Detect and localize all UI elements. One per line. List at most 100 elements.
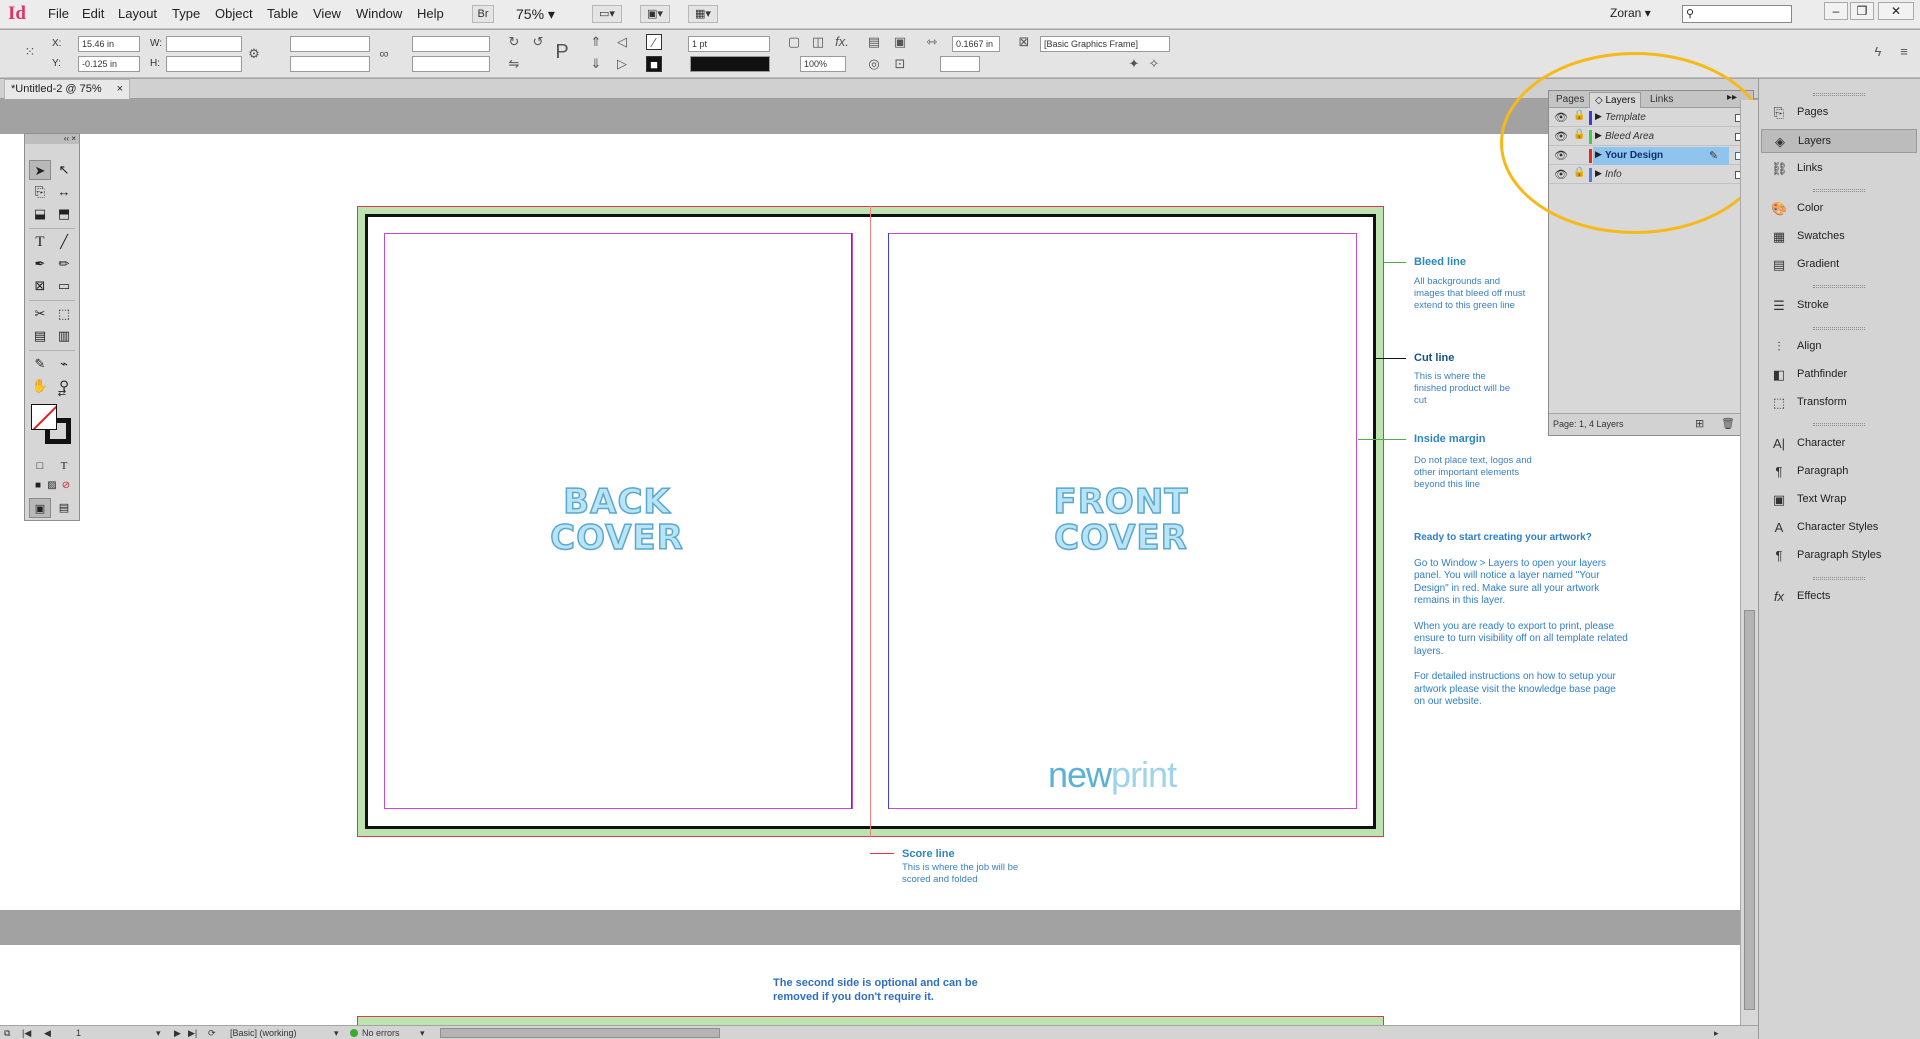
width-field[interactable] [166,36,242,52]
workspace-user-dropdown[interactable]: Zoran ▾ [1610,6,1651,20]
vertical-scrollbar[interactable] [1740,100,1758,1025]
height-field[interactable] [166,56,242,72]
fill-none-icon[interactable]: ⁄ [646,34,662,50]
swap-fill-stroke-icon[interactable]: ⇄ [53,384,71,404]
y-position-field[interactable]: -0.125 in [78,56,140,72]
tab-layers[interactable]: ◇ Layers [1589,92,1642,108]
effects-fx-icon[interactable]: fx. [834,34,850,50]
tools-panel-header[interactable]: ‹‹ × [25,134,79,144]
panel-collapse-icon[interactable]: ▸▸ [1727,92,1737,103]
layer-row-template[interactable]: 👁 🔒 ▶ Template [1549,109,1743,127]
zoom-level-dropdown[interactable]: 75% ▾ [516,5,570,23]
wrap-around-object-icon[interactable]: ▣ [892,34,908,50]
fill-swatch[interactable] [31,404,57,430]
delete-layer-icon[interactable]: 🗑 [1721,417,1735,430]
dock-effects[interactable]: fx Effects [1761,585,1917,609]
visibility-eye-icon[interactable]: 👁 [1554,111,1568,124]
status-view-toggle-icon[interactable]: ⧉ [4,1027,10,1039]
arrange-documents-icon[interactable]: ▦▾ [688,5,718,23]
dock-gradient[interactable]: ▤ Gradient [1761,253,1917,277]
layer-row-bleed-area[interactable]: 👁 🔒 ▶ Bleed Area [1549,128,1743,146]
hand-tool-icon[interactable]: ✋ [29,376,51,396]
scale-y-field[interactable] [290,56,370,72]
fit-content-icon[interactable]: ◎ [866,56,882,72]
pencil-tool-icon[interactable]: ✏ [53,254,75,274]
view-options-icon[interactable]: ▭▾ [592,5,622,23]
free-transform-tool-icon[interactable]: ⬚ [53,304,75,324]
menu-type[interactable]: Type [172,6,200,21]
layer-name[interactable]: Bleed Area [1605,131,1654,142]
apply-none-icon[interactable]: ⊘ [55,476,77,496]
normal-view-icon[interactable]: ▣ [29,498,51,518]
line-tool-icon[interactable]: ╱ [53,232,75,252]
dock-links[interactable]: ⛓ Links [1761,157,1917,181]
content-placer-icon[interactable]: ⬒ [53,204,75,224]
direct-selection-tool-icon[interactable]: ↖ [53,160,75,180]
dock-text-wrap[interactable]: ▣ Text Wrap [1761,488,1917,512]
gradient-feather-tool-icon[interactable]: ▥ [53,326,75,346]
menu-window[interactable]: Window [356,6,402,21]
page-dropdown-icon[interactable]: ▾ [156,1027,161,1039]
preflight-errors[interactable]: No errors [362,1027,400,1039]
dock-grip[interactable] [1813,285,1865,288]
menu-layout[interactable]: Layout [118,6,157,21]
status-prev-page-icon[interactable]: ◀ [44,1027,51,1039]
layer-row-info[interactable]: 👁 🔒 ▶ Info [1549,166,1743,184]
menu-help[interactable]: Help [417,6,444,21]
lock-icon[interactable]: 🔒 [1573,129,1585,140]
dock-align[interactable]: ⫶ Align [1761,335,1917,359]
dock-character[interactable]: A| Character [1761,432,1917,456]
menu-edit[interactable]: Edit [82,6,104,21]
rotation-field[interactable] [412,36,490,52]
errors-dropdown-icon[interactable]: ▾ [420,1027,425,1039]
content-collector-icon[interactable]: ⬓ [29,204,51,224]
offset-field[interactable]: 0.1667 in [952,36,1000,52]
rotate-ccw-icon[interactable]: ↺ [530,34,546,50]
dock-grip[interactable] [1813,189,1865,192]
panel-menu-icon[interactable]: ≡ [1896,44,1912,60]
formatting-container-icon[interactable]: □ [29,456,51,476]
restore-icon[interactable]: ❐ [1850,2,1874,20]
tab-pages[interactable]: Pages [1551,92,1589,108]
dock-character-styles[interactable]: A Character Styles [1761,516,1917,540]
page-tool-icon[interactable]: ⎘ [29,182,51,202]
fit-frame-icon[interactable]: ⊡ [892,56,908,72]
vertical-scroll-thumb[interactable] [1744,610,1755,1010]
scroll-right-icon[interactable]: ▸ [1714,1027,1719,1039]
page-number-field[interactable]: 1 [76,1027,81,1039]
opacity-field[interactable]: 100% [800,56,846,72]
dock-pathfinder[interactable]: ◧ Pathfinder [1761,363,1917,387]
layer-name[interactable]: Template [1605,112,1646,123]
dock-grip[interactable] [1813,327,1865,330]
select-next-icon[interactable]: ▷ [614,56,630,72]
align-stroke-dropdown[interactable] [940,56,980,72]
shear-field[interactable] [412,56,490,72]
expand-triangle-icon[interactable]: ▶ [1595,149,1602,160]
dock-color[interactable]: 🎨 Color [1761,197,1917,221]
layer-name[interactable]: Your Design [1605,150,1663,161]
tab-links[interactable]: Links [1645,92,1678,108]
layer-name[interactable]: Info [1605,169,1622,180]
status-first-page-icon[interactable]: |◀ [22,1027,31,1039]
preview-mode-icon[interactable]: ▤ [53,498,75,518]
layer-row-your-design[interactable]: 👁 ▶ Your Design ✎ [1549,147,1743,165]
visibility-eye-icon[interactable]: 👁 [1554,130,1568,143]
minimize-icon[interactable]: – [1824,2,1848,20]
text-wrap-option-icon[interactable]: ▤ [866,34,882,50]
dock-grip[interactable] [1813,93,1865,96]
menu-view[interactable]: View [313,6,341,21]
new-layer-icon[interactable]: ⊞ [1695,417,1704,430]
redefine-style-icon[interactable]: ✧ [1146,56,1162,72]
clear-overrides-icon[interactable]: ✦ [1126,56,1142,72]
corner-options-icon[interactable]: ▢ [786,34,802,50]
scale-x-field[interactable] [290,36,370,52]
dock-stroke[interactable]: ☰ Stroke [1761,294,1917,318]
formatting-text-icon[interactable]: T [53,456,75,476]
open-page-icon[interactable]: ⟳ [208,1027,216,1039]
dock-grip[interactable] [1813,577,1865,580]
close-icon[interactable]: ✕ [1878,2,1914,20]
gap-tool-icon[interactable]: ↔ [53,182,75,202]
x-position-field[interactable]: 15.46 in [78,36,140,52]
screen-mode-icon[interactable]: ▣▾ [640,5,670,23]
flip-horizontal-icon[interactable]: ⇋ [506,56,522,72]
